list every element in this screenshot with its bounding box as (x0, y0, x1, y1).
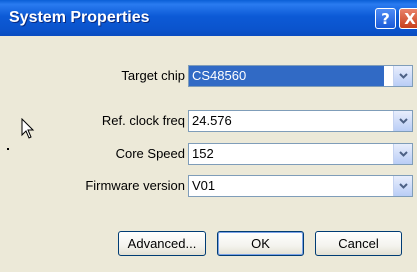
firmware-version-row: Firmware version V01 (0, 175, 417, 197)
core-speed-label: Core Speed (115, 146, 185, 161)
title-bar[interactable]: System Properties ? X (0, 0, 417, 36)
close-icon: X (404, 9, 416, 28)
chevron-down-icon[interactable] (393, 66, 412, 86)
core-speed-select[interactable]: 152 (188, 143, 413, 165)
firmware-version-value: V01 (192, 178, 216, 193)
ref-clock-freq-row: Ref. clock freq 24.576 (0, 110, 417, 132)
cancel-button[interactable]: Cancel (315, 231, 402, 256)
separator-dot (7, 148, 9, 150)
target-chip-value: CS48560 (189, 66, 384, 86)
ok-button[interactable]: OK (217, 231, 304, 256)
core-speed-value: 152 (192, 146, 214, 161)
core-speed-row: Core Speed 152 (0, 143, 417, 165)
chevron-down-icon[interactable] (393, 111, 412, 131)
target-chip-label: Target chip (121, 68, 185, 83)
ref-clock-freq-select[interactable]: 24.576 (188, 110, 413, 132)
firmware-version-label: Firmware version (85, 178, 185, 193)
help-icon: ? (381, 9, 390, 28)
dialog-title: System Properties (9, 9, 150, 26)
chevron-down-icon[interactable] (393, 176, 412, 196)
target-chip-select[interactable]: CS48560 (188, 65, 413, 87)
system-properties-dialog: System Properties ? X Target chip CS4856… (0, 0, 417, 272)
chevron-down-icon[interactable] (393, 144, 412, 164)
firmware-version-select[interactable]: V01 (188, 175, 413, 197)
mouse-pointer-icon (21, 118, 35, 139)
advanced-button[interactable]: Advanced... (118, 231, 206, 256)
help-button[interactable]: ? (375, 8, 396, 29)
ref-clock-freq-value: 24.576 (192, 113, 232, 128)
close-button[interactable]: X (399, 8, 417, 29)
target-chip-row: Target chip CS48560 (0, 65, 417, 87)
ref-clock-freq-label: Ref. clock freq (101, 113, 185, 128)
